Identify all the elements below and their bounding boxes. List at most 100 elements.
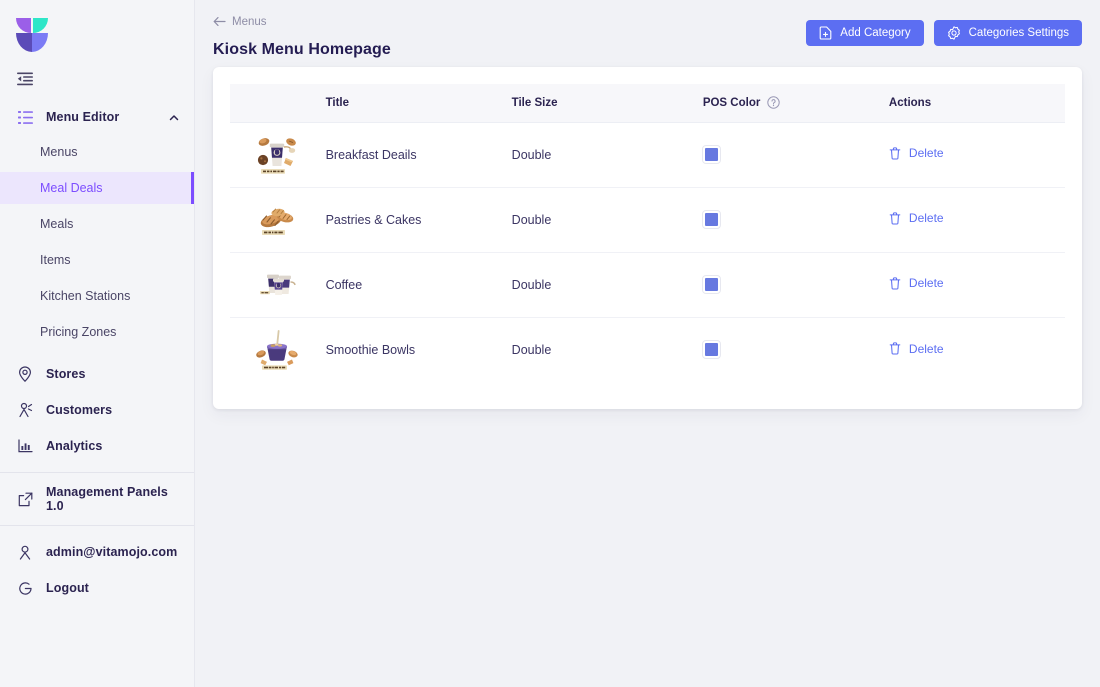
sidebar-item-customers[interactable]: Customers — [0, 394, 194, 426]
collapse-glyph — [17, 72, 33, 86]
table-row[interactable]: Pastries & Cakes Double — [230, 187, 1065, 252]
chevron-up-glyph — [168, 112, 180, 124]
delete-button[interactable]: Delete — [889, 276, 944, 290]
cell-thumbnail — [230, 252, 326, 317]
file-plus-icon — [819, 26, 832, 40]
table-row[interactable]: Smoothie Bowls Double — [230, 317, 1065, 382]
sidebar-item-meals[interactable]: Meals — [0, 208, 194, 240]
sidebar-item-management-panels[interactable]: Management Panels 1.0 — [0, 483, 194, 515]
bar-chart-icon — [16, 437, 34, 455]
smoothie-bowls-thumbnail — [254, 328, 300, 372]
cell-pos-color — [703, 317, 889, 382]
sidebar-divider-bottom — [0, 525, 194, 526]
sidebar-item-pricing-zones[interactable]: Pricing Zones — [0, 316, 194, 348]
pos-color-swatch[interactable] — [703, 341, 720, 358]
sidebar-collapse-icon[interactable] — [14, 68, 36, 90]
logout-icon — [16, 579, 34, 597]
cell-thumbnail — [230, 317, 326, 382]
table-row[interactable]: Breakfast Deails Double — [230, 122, 1065, 187]
categories-settings-button[interactable]: Categories Settings — [934, 20, 1082, 46]
cell-thumbnail — [230, 187, 326, 252]
table-body: Breakfast Deails Double — [230, 122, 1065, 382]
table-row[interactable]: Coffee Double — [230, 252, 1065, 317]
cell-actions: Delete — [889, 122, 1065, 187]
gear-icon — [947, 26, 961, 40]
categories-settings-label: Categories Settings — [969, 27, 1069, 39]
sidebar-item-kitchen-stations[interactable]: Kitchen Stations — [0, 280, 194, 312]
col-tile-size: Tile Size — [512, 84, 703, 122]
add-category-button[interactable]: Add Category — [806, 20, 923, 46]
sidebar-item-analytics[interactable]: Analytics — [0, 430, 194, 462]
col-tile-size-label: Tile Size — [512, 97, 558, 109]
pos-color-swatch[interactable] — [703, 211, 720, 228]
table-header: Title Tile Size POS Color — [230, 84, 1065, 122]
sidebar-item-label: Management Panels 1.0 — [46, 485, 180, 513]
user-icon — [16, 543, 34, 561]
breadcrumb-label: Menus — [232, 16, 267, 28]
arrow-left-icon — [213, 16, 226, 27]
sidebar-item-menus[interactable]: Menus — [0, 136, 194, 168]
delete-label: Delete — [909, 342, 944, 356]
add-category-label: Add Category — [840, 27, 910, 39]
sidebar-item-items[interactable]: Items — [0, 244, 194, 276]
sidebar-item-stores[interactable]: Stores — [0, 358, 194, 390]
sidebar-item-label: Kitchen Stations — [40, 289, 130, 303]
logo-container — [0, 0, 194, 58]
delete-button[interactable]: Delete — [889, 211, 944, 225]
people-icon — [16, 401, 34, 419]
delete-button[interactable]: Delete — [889, 146, 944, 160]
cell-tile-size: Double — [512, 252, 703, 317]
sidebar-item-label: Customers — [46, 403, 112, 417]
app-root: Menu Editor Menus Meal Deals Meals Items — [0, 0, 1100, 687]
cell-title: Breakfast Deails — [326, 122, 512, 187]
sidebar-item-label: Stores — [46, 367, 86, 381]
sidebar-item-meal-deals[interactable]: Meal Deals — [0, 172, 194, 204]
pos-color-swatch[interactable] — [703, 276, 720, 293]
location-pin-icon — [16, 365, 34, 383]
categories-table: Title Tile Size POS Color — [230, 84, 1065, 382]
sidebar-group-menu-editor[interactable]: Menu Editor — [0, 102, 194, 132]
help-circle-icon[interactable] — [767, 96, 780, 109]
cell-tile-size: Double — [512, 122, 703, 187]
vitamojo-logo[interactable] — [16, 14, 48, 52]
sidebar: Menu Editor Menus Meal Deals Meals Items — [0, 0, 195, 687]
cell-tile-size: Double — [512, 317, 703, 382]
external-link-glyph — [18, 492, 33, 507]
col-title: Title — [326, 84, 512, 122]
trash-icon — [889, 147, 901, 160]
sidebar-item-label: Meals — [40, 217, 73, 231]
cell-tile-size: Double — [512, 187, 703, 252]
sidebar-item-label: Analytics — [46, 439, 102, 453]
sidebar-item-label: Logout — [46, 581, 89, 595]
trash-icon — [889, 277, 901, 290]
trash-icon — [889, 342, 901, 355]
delete-label: Delete — [909, 276, 944, 290]
col-thumbnail — [230, 84, 326, 122]
sidebar-item-label: Pricing Zones — [40, 325, 116, 339]
cell-title: Smoothie Bowls — [326, 317, 512, 382]
pos-color-swatch[interactable] — [703, 146, 720, 163]
col-actions-label: Actions — [889, 97, 931, 109]
user-glyph — [18, 545, 32, 560]
sidebar-item-label: Meal Deals — [40, 181, 103, 195]
cell-title: Coffee — [326, 252, 512, 317]
col-pos-color-label: POS Color — [703, 97, 761, 109]
breadcrumb[interactable]: Menus — [213, 16, 267, 28]
list-glyph — [18, 111, 33, 124]
cell-actions: Delete — [889, 317, 1065, 382]
sidebar-item-label: admin@vitamojo.com — [46, 545, 177, 559]
cell-pos-color — [703, 252, 889, 317]
location-pin-glyph — [18, 366, 32, 382]
sidebar-item-logout[interactable]: Logout — [0, 572, 194, 604]
sidebar-group-label: Menu Editor — [46, 110, 168, 124]
sidebar-item-account[interactable]: admin@vitamojo.com — [0, 536, 194, 568]
chevron-up-icon[interactable] — [168, 111, 180, 123]
delete-button[interactable]: Delete — [889, 342, 944, 356]
table-header-row: Title Tile Size POS Color — [230, 84, 1065, 122]
cell-actions: Delete — [889, 252, 1065, 317]
delete-label: Delete — [909, 146, 944, 160]
sidebar-item-label: Items — [40, 253, 71, 267]
pastries-cakes-thumbnail — [254, 198, 300, 242]
topbar: Menus Kiosk Menu Homepage Add Category — [195, 0, 1100, 62]
delete-label: Delete — [909, 211, 944, 225]
